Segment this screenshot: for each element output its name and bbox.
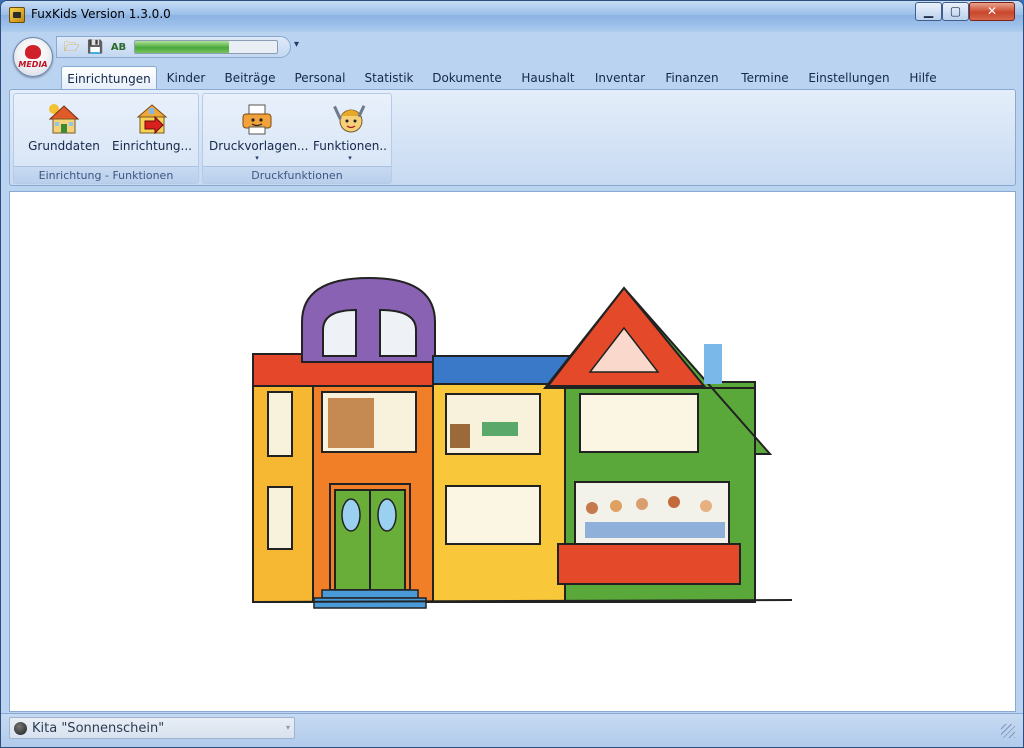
status-indicator-icon — [14, 722, 27, 735]
funktionen-dropdown-icon: ▾ — [348, 154, 352, 162]
group-label-druck: Druckfunktionen — [203, 166, 391, 183]
group-label-einrichtung: Einrichtung - Funktionen — [14, 166, 198, 183]
customize-toolbar-chevron-icon[interactable]: ▾ — [294, 39, 299, 50]
spellcheck-icon[interactable]: AB — [110, 39, 127, 56]
ribbon-group-einrichtung: Grunddaten Einrichtung... Einrichtung - … — [13, 93, 199, 184]
media-logo-icon — [25, 45, 41, 59]
tab-statistik[interactable]: Statistik — [355, 66, 423, 90]
funktionen-button[interactable]: Funktionen.. ▾ — [311, 96, 389, 166]
maximize-button[interactable]: ▢ — [942, 2, 969, 21]
open-folder-icon[interactable]: 🗁 — [63, 39, 80, 56]
tab-termine[interactable]: Termine — [729, 66, 801, 90]
tab-einrichtungen[interactable]: Einrichtungen — [61, 66, 157, 90]
ribbon-group-druck: Druckvorlagen... ▾ Funktionen.. ▾ Druckf… — [202, 93, 392, 184]
tab-inventar[interactable]: Inventar — [585, 66, 655, 90]
progress-fill — [135, 41, 229, 53]
minimize-button[interactable]: ▁ — [915, 2, 942, 21]
main-content-area — [9, 191, 1016, 712]
tab-finanzen[interactable]: Finanzen — [655, 66, 729, 90]
tab-einstellungen[interactable]: Einstellungen — [801, 66, 897, 90]
druckvorlagen-dropdown-icon: ▾ — [255, 154, 259, 162]
facility-name: Kita "Sonnenschein" — [32, 721, 165, 736]
tab-personal[interactable]: Personal — [285, 66, 355, 90]
tab-beiträge[interactable]: Beiträge — [215, 66, 285, 90]
application-menu-button[interactable]: MEDIA — [13, 37, 53, 77]
druckvorlagen-button[interactable]: Druckvorlagen... ▾ — [209, 96, 309, 166]
orb-label: MEDIA — [18, 60, 48, 69]
title-bar[interactable]: FuxKids Version 1.3.0.0 ▁ ▢ ✕ — [1, 1, 1023, 29]
tab-dokumente[interactable]: Dokumente — [423, 66, 511, 90]
kindergarten-building-illustration — [252, 276, 793, 609]
ribbon: Grunddaten Einrichtung... Einrichtung - … — [9, 89, 1016, 186]
einrichtung-label: Einrichtung... — [112, 139, 192, 153]
druckvorlagen-label: Druckvorlagen... — [209, 139, 309, 153]
funktionen-label: Funktionen.. — [312, 139, 387, 153]
window-title: FuxKids Version 1.3.0.0 — [31, 7, 171, 21]
facility-selector[interactable]: Kita "Sonnenschein" ▾ — [9, 717, 295, 739]
save-icon[interactable]: 💾 — [87, 39, 104, 56]
app-icon[interactable] — [9, 7, 25, 23]
chevron-down-icon: ▾ — [285, 723, 290, 732]
resize-grip-icon[interactable] — [1001, 724, 1015, 738]
tools-person-icon — [333, 105, 366, 133]
close-button[interactable]: ✕ — [969, 2, 1015, 21]
tab-kinder[interactable]: Kinder — [157, 66, 215, 90]
app-window: FuxKids Version 1.3.0.0 ▁ ▢ ✕ MEDIA 🗁 💾 … — [0, 0, 1024, 748]
printer-icon — [242, 104, 272, 135]
house-arrow-icon — [136, 104, 168, 135]
grunddaten-button[interactable]: Grunddaten — [24, 96, 104, 166]
house-icon — [48, 104, 80, 134]
einrichtung-button[interactable]: Einrichtung... — [110, 96, 194, 166]
grunddaten-label: Grunddaten — [28, 139, 100, 153]
tab-hilfe[interactable]: Hilfe — [897, 66, 949, 90]
tab-haushalt[interactable]: Haushalt — [511, 66, 585, 90]
status-bar: Kita "Sonnenschein" ▾ — [1, 713, 1023, 747]
progress-bar — [134, 40, 278, 54]
